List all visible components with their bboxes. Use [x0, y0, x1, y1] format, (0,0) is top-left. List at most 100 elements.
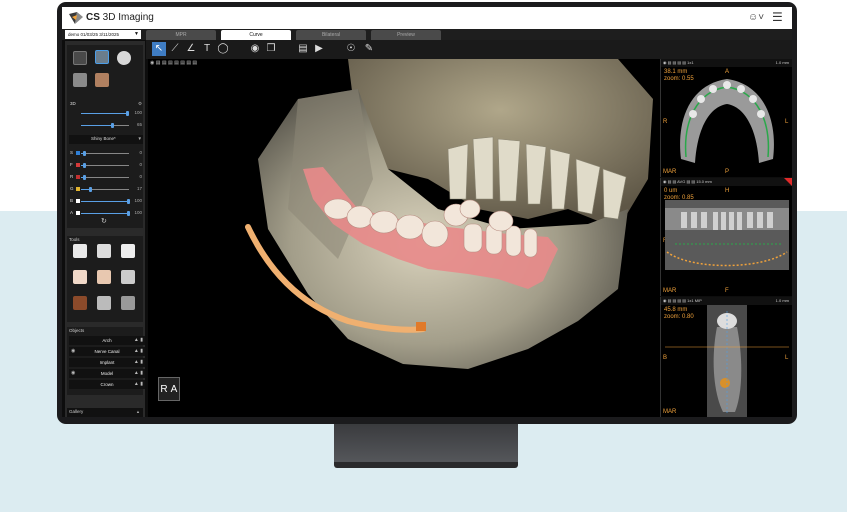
patient-select[interactable]: demo 01/03/25 3/11/2025 ▼ — [65, 30, 141, 39]
angle-tool-icon[interactable]: ∠ — [184, 42, 198, 56]
chevron-down-icon: ▼ — [137, 136, 142, 141]
object-name: Arch — [102, 338, 112, 343]
report-icon[interactable]: ▤ — [296, 42, 310, 56]
left-panel: 3D ⚙ 100 65 Shiny Bone* ▼ S 0 F 0 R 0 G 17 B 100 A… — [65, 41, 145, 417]
channel-value: 17 — [136, 186, 142, 191]
pointer-tool-icon[interactable]: ↖ — [152, 42, 166, 56]
objects-heading: Objects — [69, 328, 85, 333]
preset-select[interactable]: Shiny Bone* ▼ — [69, 135, 143, 144]
orientation-left-label: R — [160, 384, 168, 395]
opacity-slider[interactable]: 100 — [69, 109, 143, 118]
tab-bar: demo 01/03/25 3/11/2025 ▼ MPR Curve Bilat… — [62, 29, 792, 40]
camera-icon[interactable]: ◉ — [248, 42, 262, 56]
settings-icon[interactable]: ⚙ — [138, 101, 142, 107]
circle-tool-icon[interactable]: ◯ — [216, 42, 230, 56]
rendering-panel: 3D ⚙ 100 65 Shiny Bone* ▼ S 0 F 0 R 0 G 17 B 100 A… — [67, 45, 143, 228]
object-actions-icon[interactable]: ▲ ▮ — [134, 358, 143, 367]
line-tool-icon[interactable]: ⟋ — [168, 42, 182, 56]
axial-image — [680, 79, 774, 163]
volume-thumbnail-icon[interactable] — [73, 51, 87, 65]
slider-fill — [81, 189, 89, 190]
cross-section-image — [665, 305, 789, 417]
arch-tool-icon[interactable] — [73, 244, 87, 258]
send-icon[interactable]: ✎ — [362, 42, 376, 56]
channel-label: S — [70, 150, 74, 155]
export-icon[interactable]: ▶ — [312, 42, 326, 56]
face-tool-icon[interactable] — [73, 296, 87, 310]
channel-swatch — [76, 199, 80, 203]
channel-value: 0 — [139, 174, 142, 179]
slider-knob[interactable] — [83, 163, 86, 168]
object-row[interactable]: Implant ▲ ▮ — [69, 358, 145, 367]
tab-mpr[interactable]: MPR — [146, 30, 216, 40]
channel-label: A — [70, 210, 74, 215]
skull-thumbnail-icon[interactable] — [95, 50, 109, 64]
slider-knob[interactable] — [127, 211, 130, 216]
orientation-cube[interactable]: RA — [158, 377, 180, 401]
soft-tissue-preset-icon[interactable] — [95, 73, 109, 87]
monitor-stand-base — [334, 462, 518, 468]
object-name: Implant — [99, 360, 115, 365]
slider-track — [81, 153, 129, 154]
copy-view-icon[interactable]: ❒ — [264, 42, 278, 56]
nerve-tool-icon[interactable] — [97, 244, 111, 258]
chevron-up-icon: ▲ — [136, 409, 140, 414]
channel-slider-g[interactable]: G 17 — [69, 185, 143, 194]
user-icon[interactable]: ☺˅ — [748, 12, 764, 23]
3d-view[interactable]: ◉ ▤ ▤ ▤ ▤ ▤ ▤ ▤ R A — [148, 59, 660, 417]
rendering-mode-row: 3D ⚙ — [69, 100, 143, 109]
channel-slider-f[interactable]: F0 — [69, 161, 143, 170]
tab-bilateral[interactable]: Bilateral — [296, 30, 366, 40]
cut-tool-icon[interactable] — [97, 296, 111, 310]
rendering-mode-label: 3D — [70, 101, 76, 106]
channel-swatch — [76, 151, 80, 155]
implant-tool-icon[interactable] — [121, 244, 135, 258]
slider-fill — [81, 201, 127, 202]
object-actions-icon[interactable]: ▲ ▮ — [134, 380, 143, 389]
crown-tool-icon[interactable] — [97, 270, 111, 284]
slider-track — [81, 165, 129, 166]
brightness-slider[interactable]: 65 — [69, 121, 143, 130]
object-actions-icon[interactable]: ▲ ▮ — [134, 336, 143, 345]
title-bar: CS 3D Imaging ☺˅ ☰ — [62, 7, 792, 29]
reset-icon[interactable]: ↻ — [101, 217, 107, 225]
object-row[interactable]: Crown ▲ ▮ — [69, 380, 145, 389]
skull-preset-icon[interactable] — [73, 73, 87, 87]
channel-slider-b[interactable]: B 100 — [69, 197, 143, 206]
object-row[interactable]: Arch ▲ ▮ — [69, 336, 145, 345]
app-title: CS 3D Imaging — [86, 12, 154, 23]
slider-knob[interactable] — [83, 175, 86, 180]
eye-icon[interactable]: ◉ — [71, 347, 75, 356]
panoramic-view[interactable]: ◉ ▤ ▤ AVG ▤ ▤ 15.0 mm 0 um zoom: 0.85 H F… — [660, 178, 792, 296]
opacity-value: 100 — [134, 110, 142, 115]
tab-curve[interactable]: Curve — [221, 30, 291, 40]
eye-icon[interactable]: ◉ — [71, 369, 75, 378]
slider-knob[interactable] — [83, 151, 86, 156]
object-actions-icon[interactable]: ▲ ▮ — [134, 369, 143, 378]
objects-panel: Objects Arch ▲ ▮ ◉ Nerve Canal ▲ ▮ Implant ▲ ▮… — [67, 327, 145, 395]
cross-section-view[interactable]: ◉ ▤ ▤ ▤ ▤ 1x1 MIP 1.0 mm 45.8 mm zoom: 0.… — [660, 297, 792, 417]
disc-icon[interactable]: ☉ — [344, 42, 358, 56]
channel-slider-s[interactable]: S0 — [69, 149, 143, 158]
model-tool-icon[interactable] — [73, 270, 87, 284]
object-row[interactable]: ◉ Nerve Canal ▲ ▮ — [69, 347, 145, 356]
slider-knob[interactable] — [89, 187, 92, 192]
mouse-icon[interactable] — [117, 51, 131, 65]
slider-knob[interactable] — [127, 199, 130, 204]
object-name: Model — [100, 371, 114, 376]
slice-tool-icon[interactable] — [121, 296, 135, 310]
text-tool-icon[interactable]: T — [200, 42, 214, 56]
gallery-panel[interactable]: Gallery ▲ — [67, 408, 143, 417]
axial-view[interactable]: ◉ ▤ ▤ ▤ ▤ 1x1 1.0 mm 38.1 mm zoom: 0.55 A… — [660, 59, 792, 177]
channel-slider-r[interactable]: R0 — [69, 173, 143, 182]
view-toolbar-icons[interactable]: ◉ ▤ ▤ ▤ ▤ ▤ ▤ ▤ — [150, 60, 197, 66]
channel-value: 100 — [134, 210, 142, 215]
channel-value: 0 — [139, 162, 142, 167]
tooth-tool-icon[interactable] — [121, 270, 135, 284]
channel-label: R — [70, 174, 74, 179]
monitor-stand — [334, 424, 518, 464]
object-actions-icon[interactable]: ▲ ▮ — [134, 347, 143, 356]
tab-preview[interactable]: Preview — [371, 30, 441, 40]
hamburger-menu-icon[interactable]: ☰ — [772, 10, 783, 24]
object-row[interactable]: ◉ Model ▲ ▮ — [69, 369, 145, 378]
